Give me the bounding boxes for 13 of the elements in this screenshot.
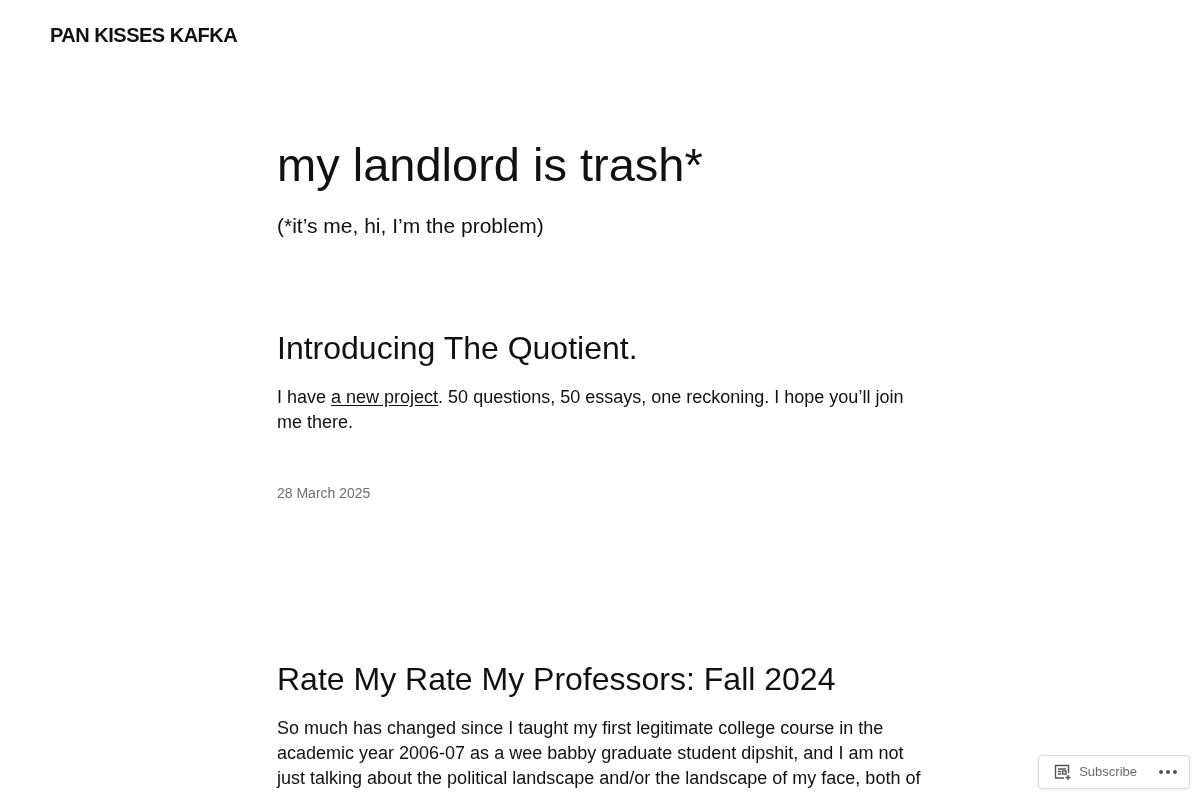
reader-plus-icon <box>1053 763 1072 781</box>
post-title[interactable]: Rate My Rate My Professors: Fall 2024 <box>277 659 927 700</box>
post-excerpt: So much has changed since I taught my first legitimate college course in the academic year 2006-07 as a wee babby graduate student dipshit, and I am not just talking about the political landscape and/or the landscape of my face, both of <box>277 717 922 790</box>
post-excerpt: I have a new project. 50 questions, 50 essays, one reckoning. I hope you’ll join me there. <box>277 386 905 434</box>
blog-title: my landlord is trash* <box>277 137 704 193</box>
project-link[interactable]: a new project <box>331 387 439 407</box>
subscribe-button[interactable]: Subscribe <box>1053 762 1137 782</box>
more-icon <box>1159 770 1177 774</box>
site-title[interactable]: PAN KISSES KAFKA <box>50 20 238 50</box>
post-title[interactable]: Introducing The Quotient. <box>277 328 927 369</box>
more-button[interactable] <box>1159 770 1177 774</box>
post-date: 28 March 2025 <box>277 484 372 503</box>
blog-tagline: (*it’s me, hi, I’m the problem) <box>277 213 545 239</box>
